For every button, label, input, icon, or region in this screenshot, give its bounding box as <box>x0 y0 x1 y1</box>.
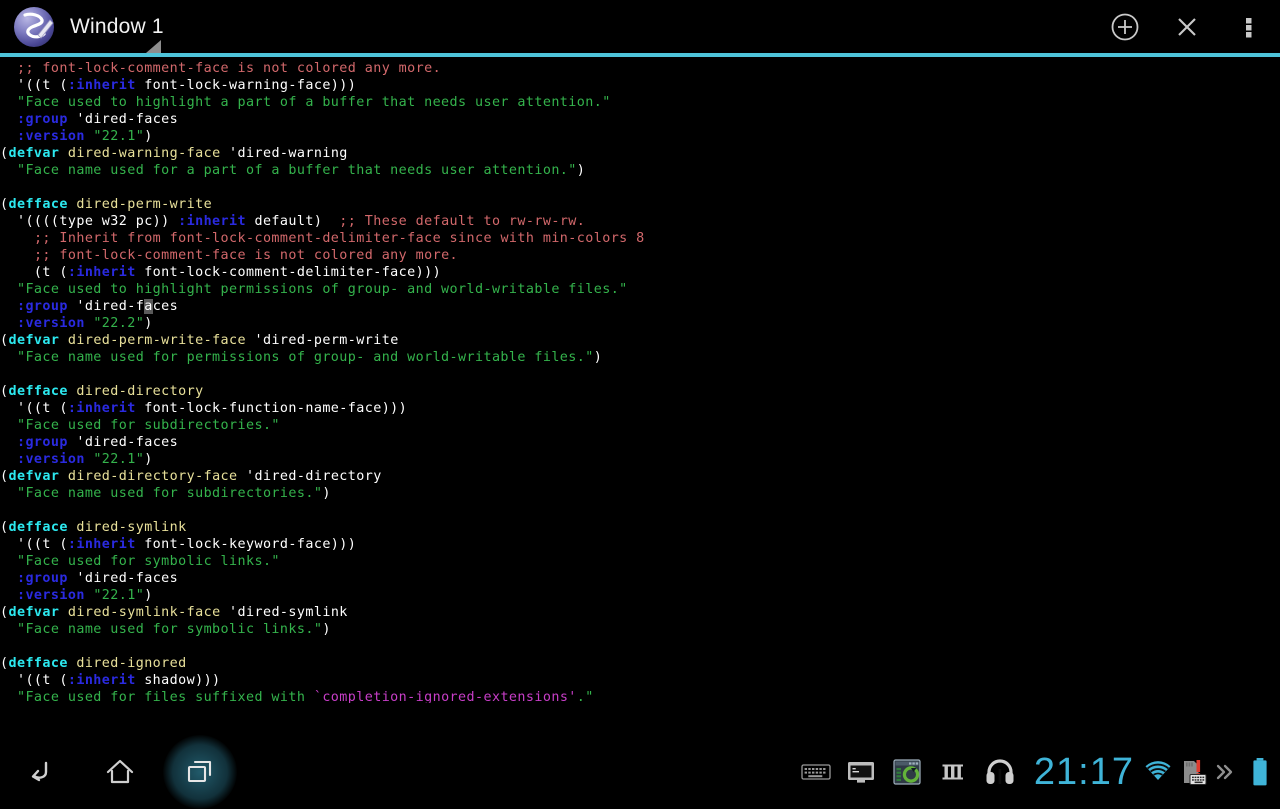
close-window-button[interactable] <box>1156 0 1218 53</box>
code-line <box>0 366 1280 383</box>
code-line: (defface dired-symlink <box>0 519 1280 536</box>
code-line: (defface dired-directory <box>0 383 1280 400</box>
code-line: "Face name used for a part of a buffer t… <box>0 162 1280 179</box>
more-notifications-icon[interactable] <box>1210 761 1240 783</box>
source-code-text[interactable]: ;; font-lock-comment-face is not colored… <box>0 60 1280 703</box>
keyboard-notification-icon[interactable] <box>794 762 838 782</box>
overflow-menu-button[interactable] <box>1218 0 1280 53</box>
code-line: (defvar dired-directory-face 'dired-dire… <box>0 468 1280 485</box>
code-line: "Face used for subdirectories." <box>0 417 1280 434</box>
code-line: :group 'dired-faces <box>0 570 1280 587</box>
code-line: '((t (:inherit font-lock-warning-face))) <box>0 77 1280 94</box>
code-line: (defvar dired-warning-face 'dired-warnin… <box>0 145 1280 162</box>
code-line: '((t (:inherit font-lock-keyword-face))) <box>0 536 1280 553</box>
code-line: "Face name used for symbolic links.") <box>0 621 1280 638</box>
battery-full-icon <box>1251 757 1269 787</box>
code-line: (t (:inherit font-lock-comment-delimiter… <box>0 264 1280 281</box>
code-line <box>0 502 1280 519</box>
plus-circle-icon <box>1110 12 1140 42</box>
window-title-bar: Window 1 <box>0 0 1280 53</box>
code-line: :version "22.2") <box>0 315 1280 332</box>
wifi-icon-wrap[interactable] <box>1140 760 1176 784</box>
code-line: :version "22.1") <box>0 128 1280 145</box>
new-window-button[interactable] <box>1094 0 1156 53</box>
code-line: :group 'dired-faces <box>0 111 1280 128</box>
battery-icon-wrap[interactable] <box>1240 757 1280 787</box>
app-notification-icon[interactable] <box>884 759 930 785</box>
code-line: :group 'dired-faces <box>0 298 1280 315</box>
text-cursor: a <box>144 299 152 314</box>
home-icon <box>103 755 137 789</box>
code-line: "Face used to highlight permissions of g… <box>0 281 1280 298</box>
emacs-logo-icon <box>12 5 56 49</box>
home-button[interactable] <box>80 744 160 800</box>
code-line: ;; Inherit from font-lock-comment-delimi… <box>0 230 1280 247</box>
headphones-icon <box>985 759 1015 785</box>
code-line: "Face used to highlight a part of a buff… <box>0 94 1280 111</box>
code-line <box>0 638 1280 655</box>
back-arrow-icon <box>23 755 57 789</box>
code-line: "Face name used for subdirectories.") <box>0 485 1280 502</box>
terminal-notification-icon[interactable] <box>838 760 884 784</box>
sdcard-alert-icon[interactable] <box>1176 759 1210 785</box>
sdcard-warning-icon <box>1179 759 1207 785</box>
status-bar-clock: 21:17 <box>1024 753 1140 791</box>
recent-apps-icon <box>183 755 217 789</box>
code-line: :version "22.1") <box>0 587 1280 604</box>
code-line: "Face used for symbolic links." <box>0 553 1280 570</box>
code-line: (defface dired-perm-write <box>0 196 1280 213</box>
recents-button[interactable] <box>160 744 240 800</box>
close-x-icon <box>1172 12 1202 42</box>
keyboard-icon <box>801 762 831 782</box>
code-line: '((t (:inherit font-lock-function-name-f… <box>0 400 1280 417</box>
headphones-icon-wrap[interactable] <box>976 759 1024 785</box>
terminal-window-icon <box>847 760 875 784</box>
code-line: ;; font-lock-comment-face is not colored… <box>0 60 1280 77</box>
android-navigation-bar: 21:17 <box>0 744 1280 800</box>
wifi-signal-icon <box>1143 760 1173 784</box>
vpn-notification-icon[interactable] <box>930 763 976 781</box>
double-chevron-right-icon <box>1214 761 1236 783</box>
code-line: ;; font-lock-comment-face is not colored… <box>0 247 1280 264</box>
back-button[interactable] <box>0 744 80 800</box>
code-line: '((t (:inherit shadow))) <box>0 672 1280 689</box>
code-line: (defvar dired-perm-write-face 'dired-per… <box>0 332 1280 349</box>
code-line: :version "22.1") <box>0 451 1280 468</box>
code-line <box>0 179 1280 196</box>
code-line: (defvar dired-symlink-face 'dired-symlin… <box>0 604 1280 621</box>
code-line: "Face used for files suffixed with `comp… <box>0 689 1280 703</box>
code-line: '((((type w32 pc)) :inherit default) ;; … <box>0 213 1280 230</box>
code-line: (defface dired-ignored <box>0 655 1280 672</box>
code-line: "Face name used for permissions of group… <box>0 349 1280 366</box>
emacs-buffer[interactable]: ;; font-lock-comment-face is not colored… <box>0 57 1280 703</box>
tab-dropdown-caret-icon[interactable] <box>146 40 161 53</box>
code-line: :group 'dired-faces <box>0 434 1280 451</box>
three-bars-icon <box>940 763 966 781</box>
window-title: Window 1 <box>70 15 164 39</box>
window-controls <box>1094 0 1280 53</box>
status-bar-icons: 21:17 <box>794 744 1280 800</box>
more-vertical-icon <box>1236 12 1262 42</box>
app-window-icon <box>893 759 921 785</box>
